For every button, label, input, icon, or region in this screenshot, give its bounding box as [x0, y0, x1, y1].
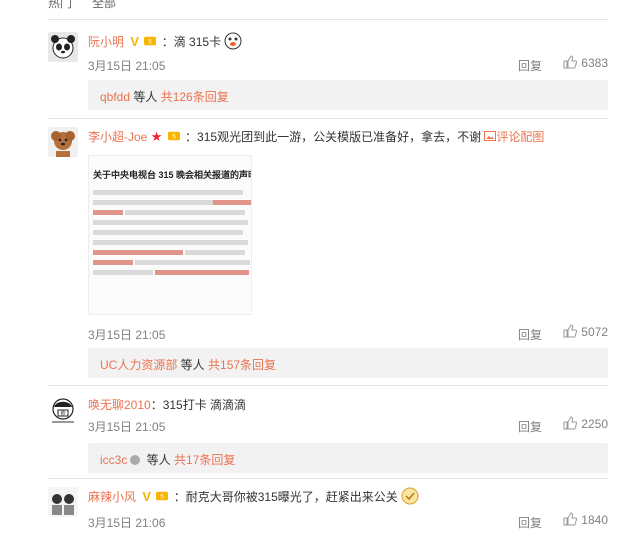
emoji-icon: [224, 32, 242, 50]
comment-item: 李小超-Joe ★ 5 ：315观光团到此一游，公关模版已准备好，拿去，不谢 评…: [48, 127, 608, 378]
image-link-label[interactable]: 评论配图: [496, 130, 544, 144]
thumbs-up-icon: [563, 416, 578, 430]
like-button[interactable]: 5072: [563, 324, 608, 339]
reply-button[interactable]: 回复: [518, 326, 542, 343]
comment-text: ：耐克大哥你被315曝光了，赶紧出来公关: [173, 490, 398, 504]
like-count: 2250: [581, 417, 608, 431]
filter-all[interactable]: 全部: [92, 0, 116, 11]
sub-reply-count-link[interactable]: 共17条回复: [174, 453, 235, 467]
comment-text: ：315打卡 滴滴滴: [150, 398, 247, 412]
sub-reply-count-link[interactable]: 共126条回复: [161, 90, 229, 104]
comment-time: 3月15日 21:06: [88, 516, 166, 530]
vip-badge-icon[interactable]: 5: [144, 35, 157, 47]
thumbs-up-icon: [563, 324, 578, 338]
thumbs-up-icon: [563, 512, 578, 526]
avatar[interactable]: [48, 487, 78, 517]
comment-username[interactable]: 阮小明: [88, 35, 124, 49]
sub-reply-user[interactable]: icc3c: [100, 453, 127, 467]
like-count: 6383: [581, 56, 608, 70]
like-button[interactable]: 6383: [563, 55, 608, 70]
verified-v-icon[interactable]: V: [130, 34, 139, 49]
divider: [48, 19, 608, 20]
comment-image-link[interactable]: 评论配图: [484, 130, 544, 144]
reply-button[interactable]: 回复: [518, 57, 542, 74]
sub-reply-box[interactable]: UC人力资源部 等人 共157条回复: [88, 348, 608, 378]
image-icon: [484, 131, 497, 141]
emoji-icon: [401, 487, 419, 505]
avatar[interactable]: [48, 32, 78, 62]
verified-v-icon[interactable]: V: [142, 489, 151, 504]
like-button[interactable]: 1840: [563, 512, 608, 527]
star-icon: ★: [150, 129, 163, 144]
sub-reply-user[interactable]: UC人力资源部: [100, 358, 177, 372]
sub-reply-text: 等人: [143, 453, 175, 467]
sub-reply-user[interactable]: qbfdd: [100, 90, 130, 104]
comment-item: 阮小明 V 5 ：滴 315卡 3月15日 21:05 回复 6383 qbfd…: [48, 32, 608, 112]
comment-text: ：滴 315卡: [161, 35, 222, 49]
vip-badge-icon[interactable]: 5: [156, 490, 169, 502]
vip-badge-icon[interactable]: 5: [167, 130, 180, 142]
sub-reply-box[interactable]: icc3c 等人 共17条回复: [88, 443, 608, 473]
reply-button[interactable]: 回复: [518, 418, 542, 435]
comment-time: 3月15日 21:05: [88, 420, 166, 434]
comment-item: 麻辣小风 V 5 ：耐克大哥你被315曝光了，赶紧出来公关 3月15日 21:0…: [48, 487, 608, 537]
comment-item: 帅 唤无聊2010：315打卡 滴滴滴 3月15日 21:05 回复 2250 …: [48, 395, 608, 475]
avatar[interactable]: [48, 127, 78, 157]
sub-reply-count-link[interactable]: 共157条回复: [208, 358, 276, 372]
avatar[interactable]: 帅: [48, 395, 78, 425]
comment-username[interactable]: 李小超-Joe: [88, 130, 147, 144]
comment-username[interactable]: 唤无聊2010: [88, 398, 151, 412]
svg-text:帅: 帅: [60, 410, 65, 417]
comment-username[interactable]: 麻辣小风: [88, 490, 136, 504]
divider: [48, 118, 608, 119]
comment-image[interactable]: 关于中央电视台 315 晚会相关报道的声明: [88, 155, 252, 315]
divider: [48, 385, 608, 386]
comment-time: 3月15日 21:05: [88, 59, 166, 73]
sub-reply-box[interactable]: qbfdd 等人 共126条回复: [88, 80, 608, 110]
comment-time: 3月15日 21:05: [88, 328, 166, 342]
comment-text: ：315观光团到此一游，公关模版已准备好，拿去，不谢: [185, 130, 482, 144]
like-count: 5072: [581, 325, 608, 339]
reply-button[interactable]: 回复: [518, 514, 542, 531]
divider: [48, 478, 608, 479]
like-button[interactable]: 2250: [563, 416, 608, 431]
vip-badge-icon: [130, 455, 141, 465]
comment-filter-bar: 热门 全部: [48, 0, 608, 20]
sub-reply-text: 等人: [177, 358, 209, 372]
like-count: 1840: [581, 513, 608, 527]
thumbs-up-icon: [563, 55, 578, 69]
image-doc-title: 关于中央电视台 315 晚会相关报道的声明: [93, 170, 252, 180]
filter-hot[interactable]: 热门: [48, 0, 72, 11]
sub-reply-text: 等人: [130, 90, 161, 104]
